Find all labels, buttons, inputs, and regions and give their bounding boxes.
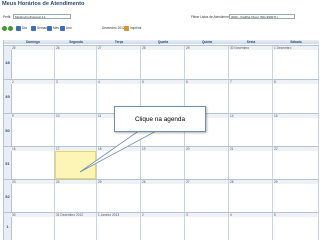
callout-box: Clique na agenda — [114, 106, 206, 132]
